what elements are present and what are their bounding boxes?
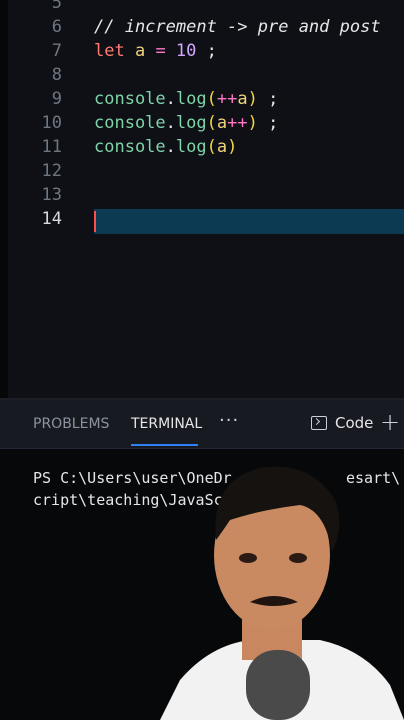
code-editor[interactable]: 5 6 // increment -> pre and post 7 let a = 1… xyxy=(0,0,404,400)
code-line[interactable]: 14 xyxy=(0,207,404,231)
code-token: ) xyxy=(247,113,258,133)
code-token: ( xyxy=(206,89,217,109)
tab-problems[interactable]: PROBLEMS xyxy=(33,416,109,432)
code-line[interactable]: 13 xyxy=(0,183,404,207)
code-line[interactable]: 11 console.log(a) xyxy=(0,135,404,159)
line-number: 9 xyxy=(51,89,62,109)
new-terminal-plus-icon[interactable]: + xyxy=(380,408,400,436)
webcam-overlay xyxy=(160,466,404,720)
code-token: 10 xyxy=(175,41,197,61)
code-token: . xyxy=(165,113,176,133)
code-token: ++ xyxy=(227,113,248,133)
code-token: log xyxy=(175,137,207,157)
code-token: // increment -> pre and post xyxy=(94,17,381,37)
code-token: console xyxy=(94,137,166,157)
line-number: 5 xyxy=(51,0,62,13)
code-token: ) xyxy=(247,89,258,109)
code-line[interactable]: 12 xyxy=(0,159,404,183)
line-code: console.log(++a) ; xyxy=(94,87,278,111)
terminal-profile-button[interactable]: Code xyxy=(311,412,373,434)
code-token: a xyxy=(237,89,248,109)
line-code: console.log(a) xyxy=(94,135,237,159)
line-number: 8 xyxy=(51,65,62,85)
tab-terminal[interactable]: TERMINAL xyxy=(131,416,202,432)
code-token: log xyxy=(175,113,207,133)
code-token: . xyxy=(165,89,176,109)
line-number: 10 xyxy=(41,113,62,133)
code-token: a xyxy=(216,137,228,157)
code-token: a xyxy=(216,113,228,133)
code-token: ) xyxy=(227,137,238,157)
line-number: 7 xyxy=(51,41,62,61)
code-token: console xyxy=(94,89,166,109)
code-token: . xyxy=(165,137,176,157)
more-actions-icon[interactable]: ··· xyxy=(219,410,239,431)
code-token: ; xyxy=(257,89,279,109)
code-line[interactable]: 5 xyxy=(0,0,404,15)
terminal-icon xyxy=(311,416,327,430)
code-token: log xyxy=(175,89,207,109)
line-number: 12 xyxy=(41,161,62,181)
code-line[interactable]: 8 xyxy=(0,63,404,87)
line-number: 11 xyxy=(41,137,62,157)
code-token: = xyxy=(145,41,176,61)
code-line[interactable]: 10 console.log(a++) ; xyxy=(0,111,404,135)
code-token: ; xyxy=(196,41,217,61)
line-number: 14 xyxy=(41,209,62,229)
code-token: a xyxy=(124,41,146,61)
code-line[interactable]: 6 // increment -> pre and post xyxy=(0,15,404,39)
line-code: let a = 10 ; xyxy=(94,39,217,63)
code-token: console xyxy=(94,113,166,133)
code-line[interactable]: 7 let a = 10 ; xyxy=(0,39,404,63)
terminal-profile-label: Code xyxy=(335,414,374,432)
code-token: ( xyxy=(206,137,217,157)
code-token: ; xyxy=(257,113,279,133)
line-code: // increment -> pre and post xyxy=(94,15,381,39)
code-token: let xyxy=(94,41,125,61)
line-number: 6 xyxy=(51,17,62,37)
line-number: 13 xyxy=(41,185,62,205)
code-token: ++ xyxy=(216,89,238,109)
code-line[interactable]: 9 console.log(++a) ; xyxy=(0,87,404,111)
line-code: console.log(a++) ; xyxy=(94,111,278,135)
code-token: ( xyxy=(206,113,217,133)
